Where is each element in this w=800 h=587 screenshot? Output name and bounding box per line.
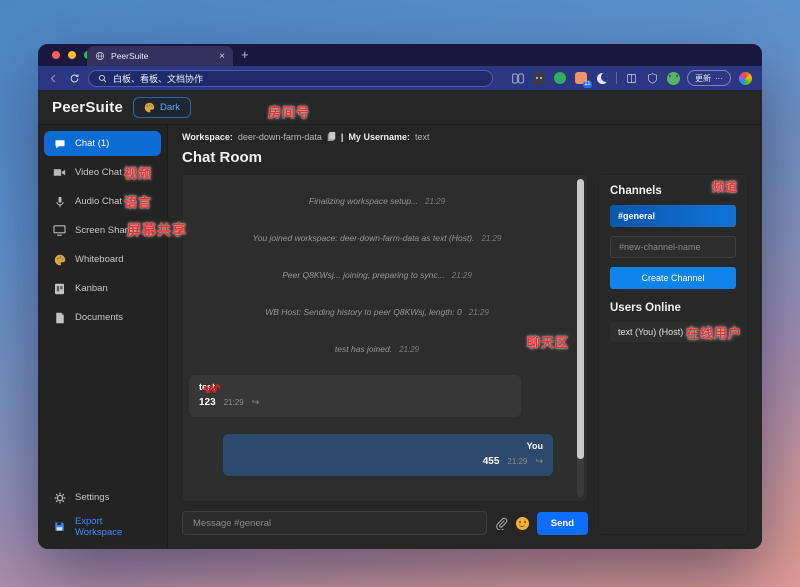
search-icon xyxy=(98,74,107,83)
more-icon: ··· xyxy=(715,74,723,83)
attach-file-icon[interactable] xyxy=(495,517,508,530)
annotation-screen-share: 屏幕共享 xyxy=(127,220,187,240)
chat-message-bubble-self: You 455 21:29 ↪ xyxy=(223,434,553,476)
message-author: test xyxy=(199,382,511,392)
new-tab-button[interactable]: + xyxy=(241,47,249,62)
extension-notes-icon[interactable]: 11 xyxy=(574,71,588,85)
sidebar-item-whiteboard[interactable]: Whiteboard xyxy=(44,247,161,272)
channels-panel: Channels #general Create Channel Users O… xyxy=(598,174,748,535)
annotation-voice: 语言 xyxy=(124,192,152,211)
whiteboard-palette-icon xyxy=(53,254,66,266)
message-author: You xyxy=(233,441,543,451)
traffic-lights xyxy=(52,51,92,59)
kanban-board-icon xyxy=(53,283,66,295)
reading-mode-icon[interactable] xyxy=(624,71,638,85)
extension-leaf-icon[interactable] xyxy=(553,71,567,85)
system-message: Peer Q8KWsj... joining, preparing to syn… xyxy=(189,255,565,292)
annotation-room-number: 房间号 xyxy=(268,102,310,121)
send-button[interactable]: Send xyxy=(537,512,588,535)
refresh-icon[interactable] xyxy=(67,71,81,85)
minimize-window-button[interactable] xyxy=(68,51,76,59)
sidebar-spacer xyxy=(44,334,161,485)
update-button[interactable]: 更新··· xyxy=(687,70,731,86)
chat-message-bubble: test 123 21:29 ↪ xyxy=(189,375,521,417)
message-text: 123 xyxy=(199,397,216,408)
chat-scrollbar-track[interactable] xyxy=(577,179,584,497)
message-composer: Send xyxy=(182,511,588,535)
channel-item-general[interactable]: #general xyxy=(610,205,736,227)
sidebar-item-documents[interactable]: Documents xyxy=(44,305,161,330)
url-bar[interactable]: 白板、看板、文档协作 xyxy=(88,70,493,87)
theme-toggle-button[interactable]: Dark xyxy=(133,97,191,118)
sidebar: Chat (1) Video Chat Audio Chat xyxy=(38,125,168,549)
annotation-channels: 频道 xyxy=(712,178,738,195)
header-divider: | xyxy=(341,132,344,142)
copilot-icon[interactable] xyxy=(738,71,752,85)
reply-icon[interactable]: ↪ xyxy=(535,456,543,467)
username-value: text xyxy=(415,132,430,142)
message-time: 21:29 xyxy=(224,398,244,407)
browser-navbar: 白板、看板、文档协作 11 xyxy=(38,66,762,90)
system-message: WB Host: Sending history to peer Q8KWsj,… xyxy=(189,292,565,329)
browser-tab[interactable]: PeerSuite × xyxy=(87,46,233,66)
chat-column: Finalizing workspace setup...21:29 You j… xyxy=(182,174,588,535)
app-logo: PeerSuite xyxy=(52,99,123,116)
workspace-label: Workspace: xyxy=(182,132,233,142)
new-channel-input[interactable] xyxy=(610,236,736,258)
toolbar-divider xyxy=(616,72,617,84)
sidebar-item-chat[interactable]: Chat (1) xyxy=(44,131,161,156)
split-screen-icon[interactable] xyxy=(511,71,525,85)
extension-badge: 11 xyxy=(583,81,592,88)
red-scribble-annotation xyxy=(203,384,221,393)
close-window-button[interactable] xyxy=(52,51,60,59)
users-online-title: Users Online xyxy=(610,302,736,314)
system-message: You joined workspace: deer-down-farm-dat… xyxy=(189,218,565,255)
palette-icon xyxy=(144,102,155,113)
browser-window: PeerSuite × + 白板、看板、文档协作 xyxy=(38,44,762,549)
url-query-text: 白板、看板、文档协作 xyxy=(113,72,203,85)
extension-moon-icon[interactable] xyxy=(595,71,609,85)
theme-toggle-label: Dark xyxy=(160,102,180,113)
app-header-bar: PeerSuite Dark xyxy=(38,90,762,125)
tab-close-icon[interactable]: × xyxy=(219,51,225,62)
gear-icon xyxy=(53,492,66,504)
globe-icon xyxy=(95,51,105,61)
page-title: Chat Room xyxy=(182,149,748,166)
browser-titlebar[interactable]: PeerSuite × + xyxy=(38,44,762,66)
workspace-name: deer-down-farm-data xyxy=(238,132,322,142)
profile-avatar[interactable] xyxy=(666,71,680,85)
reply-icon[interactable]: ↪ xyxy=(252,397,260,408)
desktop-background: 房间号 视频 语言 屏幕共享 聊天区 频道 在线用户 PeerSuite × + xyxy=(0,0,800,587)
sidebar-item-kanban[interactable]: Kanban xyxy=(44,276,161,301)
chat-icon xyxy=(53,138,66,150)
chat-scrollbar-thumb[interactable] xyxy=(577,179,584,459)
browser-toolbar-icons: 11 更新··· xyxy=(511,70,752,86)
document-icon xyxy=(53,312,66,324)
save-icon xyxy=(53,521,66,532)
message-time: 21:29 xyxy=(507,457,527,466)
sidebar-item-settings[interactable]: Settings xyxy=(44,485,161,510)
tab-title: PeerSuite xyxy=(111,51,213,61)
video-camera-icon xyxy=(53,167,66,178)
create-channel-button[interactable]: Create Channel xyxy=(610,267,736,289)
workspace-info-row: Workspace: deer-down-farm-data | My User… xyxy=(182,131,748,142)
back-icon[interactable] xyxy=(46,71,60,85)
microphone-icon xyxy=(53,196,66,208)
emoji-picker-icon[interactable] xyxy=(516,517,529,530)
annotation-online-users: 在线用户 xyxy=(686,323,742,342)
monitor-icon xyxy=(53,225,66,236)
system-message: test has joined.21:29 xyxy=(189,329,565,366)
main-content: Workspace: deer-down-farm-data | My User… xyxy=(168,125,762,549)
username-label: My Username: xyxy=(348,132,410,142)
extension-robot-icon[interactable] xyxy=(532,71,546,85)
shield-icon[interactable] xyxy=(645,71,659,85)
message-input[interactable] xyxy=(182,511,487,535)
sidebar-item-export-workspace[interactable]: Export Workspace xyxy=(44,514,161,539)
annotation-video: 视频 xyxy=(124,163,152,182)
message-text: 455 xyxy=(483,456,500,467)
system-message: Finalizing workspace setup...21:29 xyxy=(189,181,565,218)
copy-workspace-icon[interactable] xyxy=(327,131,336,142)
annotation-chat-area: 聊天区 xyxy=(527,332,569,351)
